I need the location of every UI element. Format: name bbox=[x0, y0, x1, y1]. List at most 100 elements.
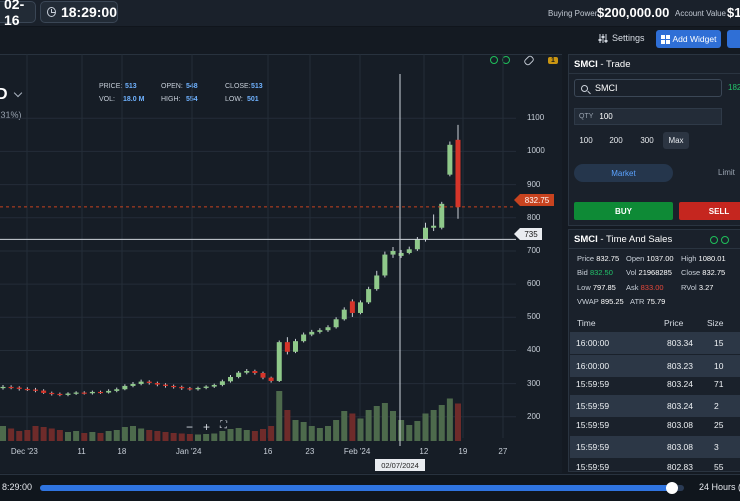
add-widget-label: Add Widget bbox=[672, 34, 717, 44]
candle-body bbox=[171, 385, 177, 388]
candle-body bbox=[24, 388, 30, 391]
price-tick-label: 800 bbox=[527, 212, 541, 222]
date-tick-label: Feb '24 bbox=[343, 447, 371, 456]
symbol-input-value: SMCI bbox=[595, 83, 618, 93]
stat-close: Close 832.75 bbox=[681, 268, 726, 277]
tas-row: 15:59:59 802.83 55 bbox=[576, 462, 724, 470]
candle-body bbox=[16, 387, 22, 389]
candle-body bbox=[276, 342, 282, 381]
tas-header-size: Size bbox=[707, 318, 724, 328]
tas-sync-icon bbox=[710, 236, 718, 244]
tas-row: 15:59:59 803.24 71 bbox=[576, 379, 724, 389]
account-value-label: Account Value bbox=[675, 9, 726, 18]
candle-body bbox=[236, 372, 242, 377]
settings-label: Settings bbox=[612, 33, 645, 43]
replay-range-label[interactable]: 24 Hours ( bbox=[699, 482, 740, 492]
candle-body bbox=[41, 390, 47, 393]
volume-bar bbox=[260, 429, 266, 441]
volume-bar bbox=[268, 426, 275, 441]
volume-bar bbox=[325, 426, 331, 441]
account-value-value: $1 bbox=[727, 5, 740, 20]
volume-bar bbox=[390, 411, 396, 441]
trade-title-suffix: - Trade bbox=[597, 59, 631, 70]
volume-bar bbox=[422, 413, 429, 441]
volume-bar bbox=[178, 433, 185, 441]
date-tick-label: Jan '24 bbox=[175, 447, 202, 456]
volume-bar bbox=[105, 431, 112, 441]
volume-bar bbox=[0, 426, 6, 441]
candle-body bbox=[122, 385, 128, 390]
candle-body bbox=[130, 383, 136, 386]
date-text: 02-16 bbox=[4, 0, 25, 28]
volume-bar bbox=[446, 398, 453, 441]
candle-body bbox=[325, 327, 331, 331]
settings-button[interactable]: Settings bbox=[598, 33, 645, 43]
crosshair-date-tag: 02/07/2024 bbox=[375, 459, 425, 471]
volume-bar bbox=[398, 420, 405, 441]
stat-rvol: RVol 3.27 bbox=[681, 283, 714, 292]
date-tick-label: 12 bbox=[419, 447, 429, 456]
volume-bar bbox=[8, 428, 15, 441]
candle-body bbox=[57, 393, 63, 396]
qty-preset-300[interactable]: 300 bbox=[634, 132, 660, 149]
candlestick-chart[interactable] bbox=[0, 54, 562, 472]
qty-preset-max[interactable]: Max bbox=[663, 132, 689, 149]
market-order-tab[interactable]: Market bbox=[574, 164, 673, 182]
candle-body bbox=[414, 239, 420, 250]
replay-time: 8:29:00 bbox=[2, 482, 33, 492]
clock-icon bbox=[47, 7, 56, 17]
price-tick-label: 600 bbox=[527, 279, 541, 289]
volume-bar bbox=[243, 430, 250, 441]
buy-button[interactable]: BUY bbox=[574, 202, 673, 220]
symbol-search-input[interactable]: SMCI bbox=[574, 79, 722, 97]
candle-body bbox=[0, 386, 6, 389]
volume-bar bbox=[195, 434, 201, 441]
qty-preset-100[interactable]: 100 bbox=[574, 132, 598, 149]
date-tick-label: 23 bbox=[305, 447, 315, 456]
date-tick-label: 27 bbox=[498, 447, 508, 456]
candle-body bbox=[228, 376, 233, 382]
stat-open: Open 1037.00 bbox=[626, 254, 674, 263]
candle-body bbox=[382, 254, 388, 276]
time-field[interactable]: 18:29:00 bbox=[40, 1, 118, 23]
time-text: 18:29:00 bbox=[60, 4, 117, 20]
tas-row: 16:00:00 803.34 15 bbox=[570, 332, 740, 354]
trade-title-symbol: SMCI bbox=[574, 59, 598, 70]
add-widget-button[interactable]: Add Widget bbox=[656, 30, 721, 48]
extra-toolbar-button[interactable] bbox=[727, 30, 740, 48]
sell-button[interactable]: SELL bbox=[679, 202, 740, 220]
tas-row: 15:59:59 803.08 25 bbox=[576, 420, 724, 430]
price-tick-label: 1000 bbox=[527, 146, 545, 156]
candle-body bbox=[65, 393, 71, 395]
zoom-out-button[interactable]: − bbox=[186, 420, 193, 434]
volume-bar bbox=[211, 433, 218, 441]
stat-price: Price 832.75 bbox=[577, 254, 620, 263]
zoom-in-button[interactable]: + bbox=[203, 420, 210, 434]
volume-bar bbox=[373, 406, 380, 441]
candle-body bbox=[81, 392, 87, 394]
volume-bar bbox=[316, 428, 323, 441]
side-price-fragment: 182 bbox=[728, 83, 740, 92]
zoom-fit-button[interactable]: ⛶ bbox=[220, 420, 227, 434]
date-field[interactable]: 02-16 bbox=[0, 0, 36, 28]
timeline-handle[interactable] bbox=[666, 482, 678, 494]
candle-body bbox=[179, 386, 185, 389]
candle-body bbox=[309, 331, 315, 335]
volume-bar bbox=[406, 425, 413, 441]
date-tick-label: 18 bbox=[117, 447, 127, 456]
sliders-icon bbox=[598, 33, 608, 43]
volume-bar bbox=[357, 418, 364, 441]
limit-order-tab[interactable]: Limit bbox=[718, 168, 735, 177]
stat-atr: ATR 75.79 bbox=[630, 297, 666, 306]
candle-body bbox=[98, 391, 103, 394]
volume-bar bbox=[455, 403, 461, 441]
qty-preset-200[interactable]: 200 bbox=[603, 132, 629, 149]
quantity-field[interactable]: QTY 100 bbox=[574, 108, 722, 125]
volume-bar bbox=[81, 433, 88, 441]
price-tick-label: 700 bbox=[527, 245, 541, 255]
volume-bar bbox=[16, 431, 23, 441]
price-tick-label: 200 bbox=[527, 411, 541, 421]
volume-bar bbox=[138, 428, 145, 441]
candle-body bbox=[106, 390, 112, 393]
crosshair-price-tag: 735 bbox=[514, 228, 542, 240]
